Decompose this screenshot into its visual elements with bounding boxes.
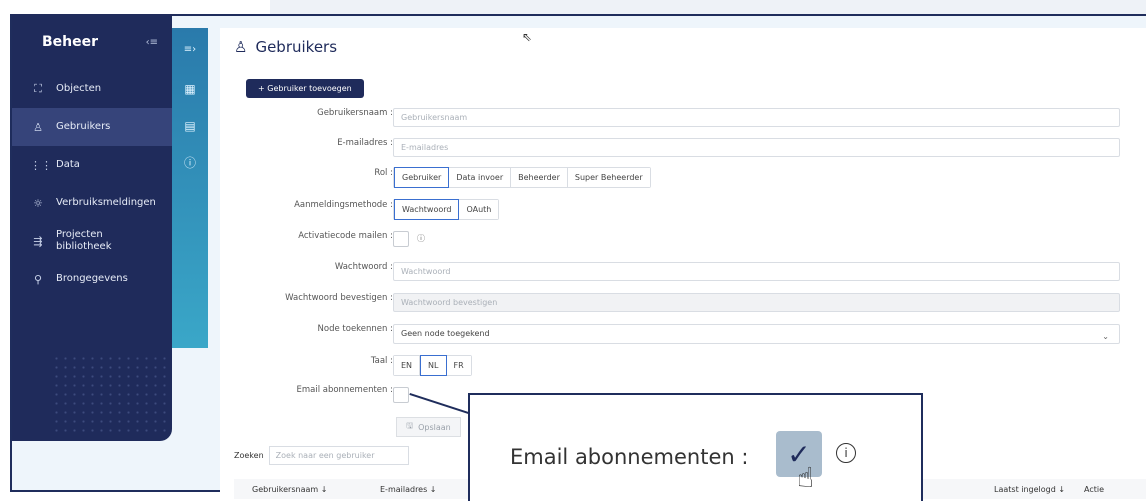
role-option-data-invoer[interactable]: Data invoer	[449, 168, 512, 187]
sidebar-item-label-line2: bibliotheek	[56, 241, 112, 252]
sidebar-item-label: Gebruikers	[56, 121, 111, 132]
grid-icon[interactable]: ▦	[172, 70, 208, 107]
collapse-sidebar-icon[interactable]: ‹≡	[146, 37, 158, 48]
sidebar-item-data[interactable]: ⋮⋮ Data	[12, 146, 172, 184]
language-row: Taal : EN NL FR	[220, 353, 1146, 376]
language-label: Taal :	[370, 356, 393, 366]
password-input[interactable]: Wachtwoord	[393, 262, 1120, 281]
username-row: Gebruikersnaam : Gebruikersnaam	[220, 105, 1146, 127]
document-icon[interactable]: ▤	[172, 107, 208, 144]
sidebar-item-gebruikers[interactable]: ♙ Gebruikers	[12, 108, 172, 146]
save-icon: 🖫	[406, 421, 414, 430]
sidebar-item-label: Projecten bibliotheek	[56, 229, 112, 253]
page: Beheer ‹≡ ⛶ Objecten ♙ Gebruikers ⋮⋮ Dat…	[0, 0, 1146, 501]
role-label: Rol :	[374, 168, 393, 178]
node-select-value: Geen node toegekend	[401, 329, 490, 338]
page-title: ♙ Gebruikers	[234, 38, 337, 56]
sidebar-item-label: Data	[56, 159, 80, 170]
login-method-selector: Wachtwoord OAuth	[393, 199, 500, 220]
role-option-beheerder[interactable]: Beheerder	[511, 168, 568, 187]
sidebar-item-label: Verbruiksmeldingen	[56, 197, 156, 208]
sidebar-header: Beheer ‹≡	[12, 14, 172, 70]
search-input[interactable]: Zoek naar een gebruiker	[268, 446, 409, 465]
password-confirm-label: Wachtwoord bevestigen :	[285, 293, 393, 303]
sidebar-item-projecten-bibliotheek[interactable]: ⇶ Projecten bibliotheek	[12, 222, 172, 260]
activation-checkbox[interactable]	[393, 231, 409, 247]
data-icon: ⋮⋮	[30, 158, 52, 172]
role-option-super-beheerder[interactable]: Super Beheerder	[567, 168, 650, 187]
sidebar: Beheer ‹≡ ⛶ Objecten ♙ Gebruikers ⋮⋮ Dat…	[12, 14, 172, 441]
zoom-callout: Email abonnementen : ✓ i ☝	[468, 393, 923, 501]
search-row: Zoeken Zoek naar een gebruiker	[234, 446, 409, 465]
node-row: Node toekennen : Geen node toegekend ⌄	[220, 321, 1146, 344]
password-confirm-input[interactable]: Wachtwoord bevestigen	[393, 293, 1120, 312]
sidebar-item-brongegevens[interactable]: ⚲ Brongegevens	[12, 260, 172, 298]
library-icon: ⇶	[33, 234, 43, 248]
activation-label: Activatiecode mailen :	[298, 231, 393, 241]
info-icon[interactable]: ⓘ	[172, 144, 208, 181]
expand-menu-icon[interactable]: ≡›	[172, 28, 208, 70]
role-option-gebruiker[interactable]: Gebruiker	[394, 167, 450, 188]
mouse-cursor-icon: ⇖	[522, 30, 533, 44]
password-label: Wachtwoord :	[334, 262, 393, 272]
column-header-email[interactable]: E-mailadres ↓	[380, 485, 437, 494]
mini-rail: ≡› ▦ ▤ ⓘ	[172, 28, 208, 348]
email-row: E-mailadres : E-mailadres	[220, 135, 1146, 157]
sidebar-item-label: Objecten	[56, 83, 102, 94]
add-user-button[interactable]: + Gebruiker toevoegen	[246, 79, 364, 98]
search-label: Zoeken	[234, 451, 264, 460]
sidebar-item-verbruiksmeldingen[interactable]: ☼ Verbruiksmeldingen	[12, 184, 172, 222]
sidebar-item-objecten[interactable]: ⛶ Objecten	[12, 70, 172, 108]
login-option-wachtwoord[interactable]: Wachtwoord	[394, 199, 460, 220]
password-confirm-row: Wachtwoord bevestigen : Wachtwoord beves…	[220, 290, 1146, 312]
sidebar-item-label-line1: Projecten	[56, 229, 103, 240]
language-selector: EN NL FR	[393, 355, 472, 376]
info-icon[interactable]: ⓘ	[417, 233, 425, 244]
column-header-last-login[interactable]: Laatst ingelogd ↓	[994, 485, 1065, 494]
sidebar-title: Beheer	[42, 34, 99, 50]
user-icon: ♙	[33, 120, 43, 134]
chevron-down-icon: ⌄	[1102, 332, 1109, 341]
language-option-fr[interactable]: FR	[446, 356, 471, 375]
email-label: E-mailadres :	[337, 138, 393, 148]
zoom-info-icon: i	[836, 443, 856, 463]
hand-pointer-icon: ☝	[797, 461, 815, 494]
email-input[interactable]: E-mailadres	[393, 138, 1120, 157]
language-option-en[interactable]: EN	[394, 356, 421, 375]
save-button[interactable]: 🖫 Opslaan	[396, 417, 461, 437]
decorative-dots	[52, 354, 172, 434]
source-data-icon: ⚲	[33, 272, 43, 286]
username-label: Gebruikersnaam :	[317, 108, 393, 118]
email-subscriptions-checkbox[interactable]	[393, 387, 409, 403]
column-header-action: Actie	[1084, 485, 1105, 494]
sidebar-item-label: Brongegevens	[56, 273, 128, 284]
zoom-email-subscriptions-label: Email abonnementen :	[510, 445, 749, 469]
page-title-text: Gebruikers	[255, 38, 338, 56]
login-method-label: Aanmeldingsmethode :	[294, 200, 393, 210]
user-icon: ♙	[234, 38, 248, 56]
node-select[interactable]: Geen node toegekend ⌄	[393, 324, 1120, 344]
language-option-nl[interactable]: NL	[420, 355, 447, 376]
column-header-username[interactable]: Gebruikersnaam ↓	[252, 485, 327, 494]
role-row: Rol : Gebruiker Data invoer Beheerder Su…	[220, 165, 1146, 188]
save-button-label: Opslaan	[418, 422, 451, 432]
login-option-oauth[interactable]: OAuth	[459, 200, 499, 219]
password-row: Wachtwoord : Wachtwoord	[220, 259, 1146, 281]
email-subscriptions-label: Email abonnementen :	[296, 385, 393, 395]
activation-row: Activatiecode mailen : ⓘ	[220, 228, 1146, 250]
role-selector: Gebruiker Data invoer Beheerder Super Be…	[393, 167, 651, 188]
login-method-row: Aanmeldingsmethode : Wachtwoord OAuth	[220, 197, 1146, 220]
node-label: Node toekennen :	[317, 324, 393, 334]
notification-icon: ☼	[33, 196, 43, 210]
top-strip	[0, 0, 1146, 14]
username-input[interactable]: Gebruikersnaam	[393, 108, 1120, 127]
objects-icon: ⛶	[34, 82, 42, 95]
